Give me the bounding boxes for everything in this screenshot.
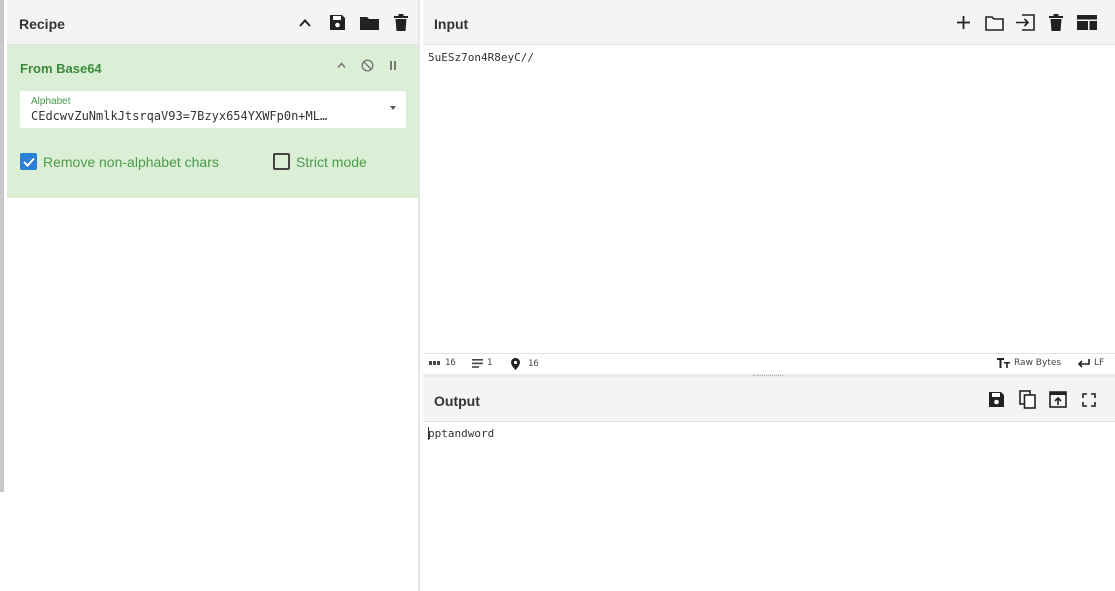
encoding-value: Raw Bytes [1014, 358, 1062, 368]
left-edge-shade [0, 0, 4, 492]
input-panel: Input 5uESz7on4R8eyC// 16 1 16 Raw Bytes… [423, 0, 1115, 374]
chevron-up-icon[interactable] [334, 58, 348, 72]
lines-value: 1 [487, 358, 493, 368]
cyberchef-app: Recipe From Base64 Alphabet CEdcwvZuNmlk… [0, 0, 1115, 591]
operation-title: From Base64 [20, 61, 102, 76]
operation-icons [334, 58, 400, 72]
layout-icon[interactable] [1077, 13, 1097, 33]
eol-selector[interactable]: LF [1078, 358, 1104, 368]
input-title: Input [434, 16, 469, 32]
alphabet-label: Alphabet [31, 96, 71, 107]
plus-icon[interactable] [953, 13, 973, 33]
recipe-header: Recipe [7, 0, 418, 45]
caret-down-icon [390, 106, 396, 110]
alphabet-value: CEdcwvZuNmlkJtsrqaV93=7Bzyx654YXWFp0n+ML… [31, 109, 328, 123]
maximize-icon[interactable] [1079, 390, 1099, 410]
chevron-up-icon[interactable] [295, 13, 315, 33]
checkbox-checked-icon [20, 153, 37, 170]
replace-input-icon[interactable] [1048, 390, 1068, 410]
trash-icon[interactable] [1046, 13, 1066, 33]
length-value: 16 [445, 358, 456, 368]
remove-non-alphabet-checkbox[interactable]: Remove non-alphabet chars [20, 153, 219, 170]
location-pin-icon [511, 358, 520, 370]
input-header-icons [953, 0, 1097, 45]
input-status-bar: 16 1 16 Raw Bytes LF [423, 353, 1115, 373]
lines-icon [472, 358, 483, 368]
length-stat: 16 [429, 358, 456, 368]
input-header: Input [423, 0, 1115, 45]
resize-grip [753, 375, 783, 376]
text-cursor [428, 427, 429, 440]
strict-mode-checkbox[interactable]: Strict mode [273, 153, 367, 170]
position-stat: 16 [511, 358, 539, 370]
output-panel: Output pptandword [423, 377, 1115, 591]
disable-icon[interactable] [360, 58, 374, 72]
pause-icon[interactable] [386, 58, 400, 72]
checkbox-unchecked-icon [273, 153, 290, 170]
return-arrow-icon [1078, 358, 1090, 368]
copy-icon[interactable] [1017, 390, 1037, 410]
operation-from-base64[interactable]: From Base64 Alphabet CEdcwvZuNmlkJtsrqaV… [7, 45, 418, 198]
position-value: 16 [528, 359, 539, 369]
abc-icon [429, 361, 440, 365]
recipe-title: Recipe [19, 16, 65, 32]
input-text[interactable]: 5uESz7on4R8eyC// [428, 51, 534, 64]
text-size-icon [997, 358, 1010, 368]
encoding-selector[interactable]: Raw Bytes [997, 358, 1061, 368]
left-edge-strip [0, 0, 7, 591]
output-header: Output [423, 377, 1115, 422]
alphabet-select[interactable]: Alphabet CEdcwvZuNmlkJtsrqaV93=7Bzyx654Y… [20, 91, 406, 128]
output-header-icons [986, 377, 1099, 422]
recipe-header-icons [295, 0, 411, 45]
folder-icon[interactable] [984, 13, 1004, 33]
import-icon[interactable] [1015, 13, 1035, 33]
output-title: Output [434, 393, 480, 409]
save-icon[interactable] [327, 13, 347, 33]
trash-icon[interactable] [391, 13, 411, 33]
output-text[interactable]: pptandword [428, 427, 494, 440]
recipe-panel: Recipe From Base64 Alphabet CEdcwvZuNmlk… [7, 0, 420, 591]
eol-value: LF [1094, 358, 1105, 368]
folder-icon[interactable] [359, 13, 379, 33]
lines-stat: 1 [472, 358, 492, 368]
remove-non-alphabet-label: Remove non-alphabet chars [43, 153, 219, 170]
save-icon[interactable] [986, 390, 1006, 410]
strict-mode-label: Strict mode [296, 153, 367, 170]
